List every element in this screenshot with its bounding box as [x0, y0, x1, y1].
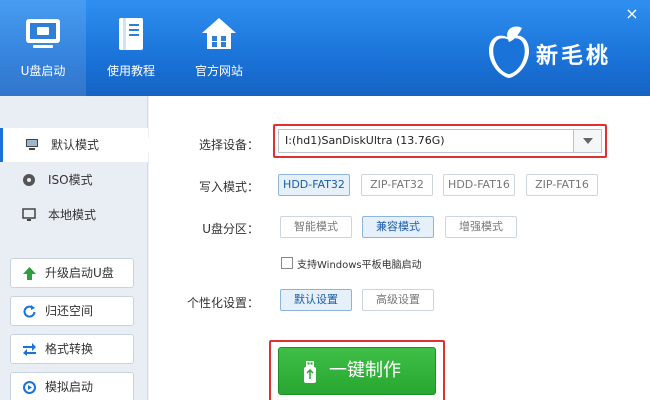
restore-space-button[interactable]: 归还空间	[10, 296, 134, 326]
nav-label: 官方网站	[194, 64, 243, 78]
refresh-icon	[23, 305, 36, 318]
sidebar: 默认模式 ISO模式 本地模式 升级启动U盘 归还空间 格式转换 模拟启动	[0, 96, 149, 400]
nav-label: U盘启动	[20, 64, 66, 78]
tablet-boot-checkbox[interactable]	[281, 257, 293, 269]
brand-name: 新毛桃	[536, 44, 612, 69]
nav-official-site[interactable]: 官方网站	[176, 0, 262, 96]
write-option-zip-fat16[interactable]: ZIP-FAT16	[526, 174, 598, 196]
device-select[interactable]: I:(hd1)SanDiskUltra (13.76G)	[278, 129, 602, 153]
side-button-label: 格式转换	[45, 342, 94, 356]
simulate-icon	[23, 381, 36, 394]
nav-tutorial[interactable]: 使用教程	[88, 0, 174, 96]
brand-logo: 新毛桃	[486, 20, 636, 82]
personal-option-advanced[interactable]: 高级设置	[362, 289, 434, 311]
write-mode-label: 写入模式：	[198, 180, 259, 194]
upgrade-boot-usb-button[interactable]: 升级启动U盘	[10, 258, 134, 288]
convert-icon	[23, 343, 36, 356]
mode-iso[interactable]: ISO模式	[0, 163, 148, 197]
partition-label: U盘分区：	[202, 222, 259, 236]
mode-local[interactable]: 本地模式	[0, 198, 148, 232]
side-button-label: 模拟启动	[45, 380, 94, 394]
arrow-up-icon	[23, 267, 36, 280]
nav-u-disk-boot[interactable]: U盘启动	[0, 0, 86, 96]
simulate-boot-button[interactable]: 模拟启动	[10, 372, 134, 400]
mode-label: 默认模式	[51, 138, 100, 152]
peach-logo-icon	[488, 26, 530, 78]
usb-drive-icon	[304, 361, 316, 383]
personal-settings-label: 个性化设置：	[186, 296, 259, 310]
write-option-hdd-fat32[interactable]: HDD-FAT32	[278, 174, 350, 196]
write-option-hdd-fat16[interactable]: HDD-FAT16	[443, 174, 515, 196]
partition-option-enhanced[interactable]: 增强模式	[445, 216, 517, 238]
monitor-icon	[26, 19, 60, 48]
personal-option-default[interactable]: 默认设置	[280, 289, 352, 311]
format-convert-button[interactable]: 格式转换	[10, 334, 134, 364]
header-bar: U盘启动 使用教程 官方网站 × 新毛桃	[0, 0, 650, 96]
device-label: 选择设备：	[198, 138, 259, 152]
tablet-boot-label: 支持Windows平板电脑启动	[297, 260, 422, 271]
partition-option-smart[interactable]: 智能模式	[280, 216, 352, 238]
write-option-zip-fat32[interactable]: ZIP-FAT32	[361, 174, 433, 196]
mode-label: ISO模式	[48, 173, 93, 187]
mode-default[interactable]: 默认模式	[0, 128, 149, 162]
home-icon	[202, 18, 236, 49]
device-select-highlight: I:(hd1)SanDiskUltra (13.76G)	[273, 124, 607, 158]
side-button-label: 升级启动U盘	[45, 266, 114, 280]
monitor-icon	[22, 208, 36, 221]
device-select-value: I:(hd1)SanDiskUltra (13.76G)	[285, 134, 445, 147]
disc-icon	[23, 174, 35, 186]
chevron-down-icon[interactable]	[573, 130, 601, 152]
main-panel: 选择设备： I:(hd1)SanDiskUltra (13.76G) 写入模式：…	[149, 96, 650, 400]
mode-label: 本地模式	[48, 208, 97, 222]
make-button-highlight: 一键制作	[269, 340, 445, 400]
nav-label: 使用教程	[106, 64, 155, 78]
make-button-label: 一键制作	[329, 360, 401, 381]
book-icon	[119, 18, 143, 50]
side-button-label: 归还空间	[45, 304, 94, 318]
one-click-make-button[interactable]: 一键制作	[278, 347, 436, 395]
computer-icon	[26, 139, 38, 150]
partition-option-compatible[interactable]: 兼容模式	[362, 216, 434, 238]
